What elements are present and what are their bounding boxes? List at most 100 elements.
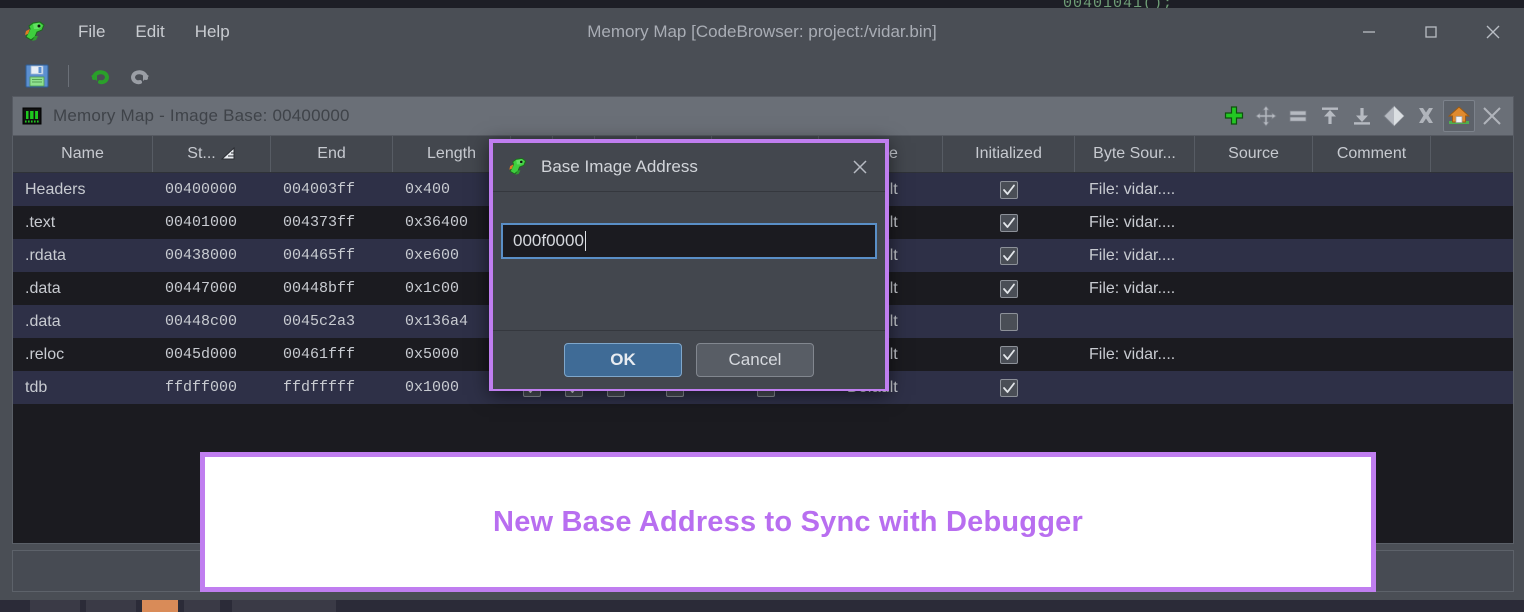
table-header-comment[interactable]: Comment [1313,136,1431,172]
table-cell-comment [1313,206,1431,239]
table-cell-start: 00448c00 [153,305,271,338]
set-image-base-button[interactable] [1443,100,1475,132]
cancel-button[interactable]: Cancel [696,343,814,377]
text-caret [585,231,586,251]
table-header-label: St... [187,145,215,163]
undo-button[interactable] [85,61,115,91]
annotation-callout: New Base Address to Sync with Debugger [200,452,1376,592]
taskbar-item[interactable] [30,598,80,612]
add-block-button[interactable] [1219,101,1249,131]
redo-button[interactable] [125,61,155,91]
table-header-source[interactable]: Source [1195,136,1313,172]
close-icon[interactable] [1462,8,1524,56]
table-cell-bytesource [1075,371,1195,404]
table-header-label: Comment [1337,145,1406,163]
table-cell-name: .data [13,305,153,338]
table-cell-source [1195,371,1313,404]
expand-down-button[interactable] [1347,101,1377,131]
table-cell-source [1195,173,1313,206]
table-cell-end: 00461fff [271,338,393,371]
table-cell-source [1195,239,1313,272]
taskbar-item-active[interactable] [142,598,178,612]
checkbox-initialized[interactable] [1000,214,1018,232]
maximize-icon[interactable] [1400,8,1462,56]
split-block-button[interactable] [1283,101,1313,131]
dialog-body: 000f0000 [493,192,885,330]
table-cell-name: .data [13,272,153,305]
table-cell-bytesource: File: vidar.... [1075,272,1195,305]
table-cell-initialized [943,206,1075,239]
dialog-titlebar[interactable]: Base Image Address [493,143,885,192]
table-cell-start: 00400000 [153,173,271,206]
table-cell-bytesource: File: vidar.... [1075,239,1195,272]
table-cell-initialized [943,239,1075,272]
ghidra-dragon-icon [505,155,529,179]
table-header-name[interactable]: Name [13,136,153,172]
taskbar-item[interactable] [184,598,220,612]
table-cell-initialized [943,305,1075,338]
app-toolbar [0,56,1524,96]
table-header-bytesource[interactable]: Byte Sour... [1075,136,1195,172]
taskbar-item[interactable] [232,598,336,612]
table-cell-initialized [943,272,1075,305]
table-cell-name: .reloc [13,338,153,371]
menu-file[interactable]: File [66,18,117,46]
checkbox-initialized[interactable] [1000,181,1018,199]
base-image-address-dialog: Base Image Address 000f0000 OK Cancel [489,139,889,391]
delete-block-button[interactable] [1411,101,1441,131]
table-cell-bytesource: File: vidar.... [1075,206,1195,239]
checkbox-initialized[interactable] [1000,247,1018,265]
base-address-input[interactable]: 000f0000 [501,223,877,259]
move-block-button[interactable] [1251,101,1281,131]
base-address-value: 000f0000 [513,231,584,251]
table-cell-comment [1313,371,1431,404]
window-titlebar[interactable]: File Edit Help Memory Map [CodeBrowser: … [0,8,1524,56]
table-cell-end: 0045c2a3 [271,305,393,338]
checkbox-initialized[interactable] [1000,379,1018,397]
ok-button[interactable]: OK [564,343,682,377]
table-cell-initialized [943,371,1075,404]
table-header-start[interactable]: St... [153,136,271,172]
table-cell-source [1195,206,1313,239]
table-cell-bytesource: File: vidar.... [1075,338,1195,371]
expand-up-button[interactable] [1315,101,1345,131]
table-cell-name: .rdata [13,239,153,272]
dialog-footer: OK Cancel [493,330,885,389]
table-cell-comment [1313,239,1431,272]
table-cell-name: Headers [13,173,153,206]
table-cell-end: 004003ff [271,173,393,206]
taskbar-item[interactable] [86,598,136,612]
checkbox-initialized[interactable] [1000,280,1018,298]
table-cell-start: 00438000 [153,239,271,272]
table-header-label: Initialized [975,145,1042,163]
merge-blocks-button[interactable] [1379,101,1409,131]
table-cell-comment [1313,272,1431,305]
close-panel-button[interactable] [1477,101,1507,131]
table-cell-start: 0045d000 [153,338,271,371]
checkbox-initialized[interactable] [1000,313,1018,331]
table-header-label: Name [61,145,104,163]
table-cell-start: ffdff000 [153,371,271,404]
dialog-title: Base Image Address [541,157,698,177]
menu-help[interactable]: Help [183,18,242,46]
sort-ascending-icon [220,147,236,161]
table-cell-comment [1313,173,1431,206]
table-cell-bytesource: File: vidar.... [1075,173,1195,206]
close-icon[interactable] [843,150,877,184]
minimize-icon[interactable] [1338,8,1400,56]
table-cell-bytesource [1075,305,1195,338]
window-controls [1338,8,1524,56]
table-cell-name: .text [13,206,153,239]
table-header-initialized[interactable]: Initialized [943,136,1075,172]
menu-edit[interactable]: Edit [123,18,176,46]
table-cell-comment [1313,338,1431,371]
table-cell-initialized [943,173,1075,206]
checkbox-initialized[interactable] [1000,346,1018,364]
table-header-label: Length [427,145,476,163]
save-button[interactable] [22,61,52,91]
menubar: File Edit Help [66,18,242,46]
table-cell-end: 004465ff [271,239,393,272]
table-header-end[interactable]: End [271,136,393,172]
table-cell-start: 00401000 [153,206,271,239]
table-cell-start: 00447000 [153,272,271,305]
